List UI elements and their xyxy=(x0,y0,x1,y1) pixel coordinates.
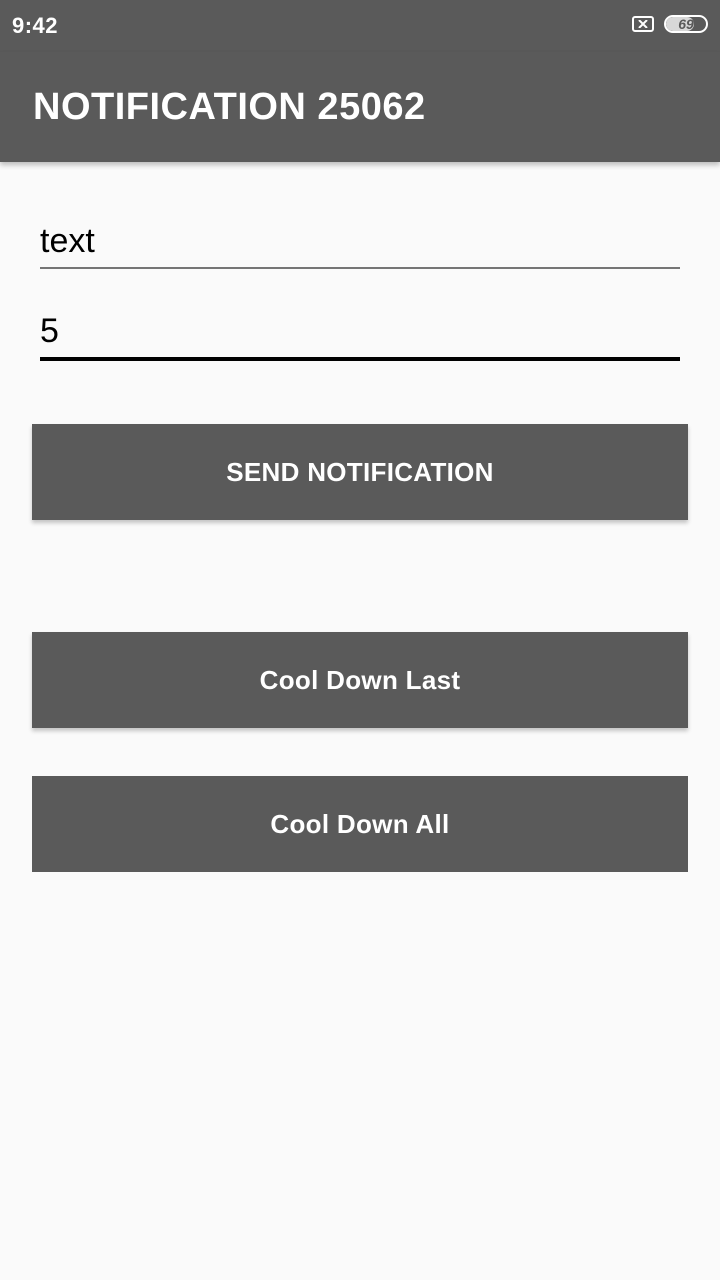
text-input[interactable]: text xyxy=(40,218,680,269)
sim-missing-icon xyxy=(632,16,654,32)
battery-level: 69 xyxy=(678,16,694,32)
status-time: 9:42 xyxy=(12,13,59,38)
battery-icon: 69 xyxy=(664,15,708,33)
page-title: NOTIFICATION 25062 xyxy=(33,86,426,128)
cool-down-last-button[interactable]: Cool Down Last xyxy=(32,632,688,728)
number-input[interactable]: 5 xyxy=(40,308,680,361)
number-input-value: 5 xyxy=(40,312,59,350)
text-input-value: text xyxy=(40,222,95,260)
cool-down-all-button[interactable]: Cool Down All xyxy=(32,776,688,872)
app-bar: NOTIFICATION 25062 xyxy=(0,52,720,162)
send-notification-button[interactable]: SEND NOTIFICATION xyxy=(32,424,688,520)
status-icons: 69 xyxy=(632,15,708,33)
status-bar: 9:42 69 xyxy=(0,0,720,52)
